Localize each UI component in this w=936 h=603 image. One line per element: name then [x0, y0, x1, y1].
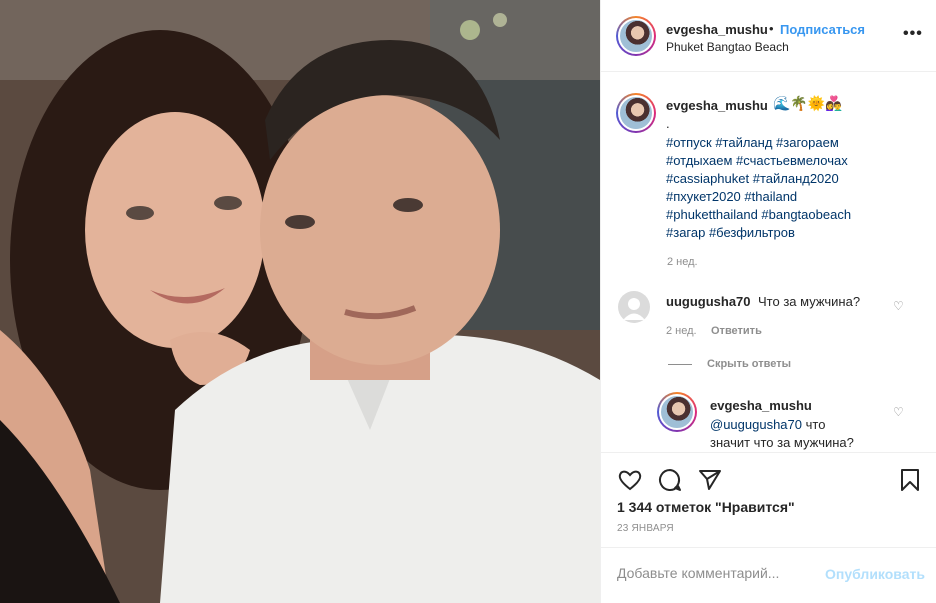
- location-link[interactable]: Phuket Bangtao Beach: [666, 40, 789, 54]
- comment-time[interactable]: 2 нед.: [666, 325, 697, 337]
- heart-icon[interactable]: [617, 467, 643, 493]
- comment-like-icon[interactable]: ♡: [893, 299, 904, 313]
- hashtag-line[interactable]: #cassiaphuket #тайланд2020: [666, 170, 926, 188]
- share-icon[interactable]: [697, 467, 723, 493]
- caption-emojis: 🌊🌴🌞👩‍❤️‍👨: [773, 95, 843, 111]
- default-avatar-icon: [623, 298, 645, 320]
- likes-count[interactable]: 1 344 отметок "Нравится": [617, 499, 795, 515]
- comment-text: Что за мужчина?: [758, 294, 861, 309]
- post-panel: evgesha_mushu • Подписаться Phuket Bangt…: [600, 0, 936, 603]
- hashtag-line[interactable]: #отдыхаем #счастьевмелочах: [666, 152, 926, 170]
- author-avatar[interactable]: [616, 16, 656, 56]
- publish-button[interactable]: Опубликовать: [825, 566, 925, 582]
- caption-dot: .: [666, 116, 670, 131]
- reply-like-icon[interactable]: ♡: [893, 405, 904, 419]
- caption-hashtags: #отпуск #тайланд #загораем #отдыхаем #сч…: [666, 134, 926, 242]
- follow-button[interactable]: Подписаться: [780, 22, 865, 37]
- comment-form: Опубликовать: [601, 547, 936, 603]
- bookmark-icon[interactable]: [897, 467, 923, 493]
- more-options-icon[interactable]: •••: [903, 25, 923, 43]
- follow-separator: •: [769, 21, 774, 36]
- reply-username[interactable]: evgesha_mushu: [710, 398, 812, 413]
- comment-icon[interactable]: [657, 467, 683, 493]
- reply-text-line2: значит что за мужчина?: [710, 435, 854, 450]
- reply-avatar[interactable]: [657, 392, 697, 432]
- reply-mention[interactable]: @uugugusha70: [710, 417, 802, 432]
- caption-time[interactable]: 2 нед.: [667, 256, 698, 268]
- hide-replies-button[interactable]: Скрыть ответы: [707, 358, 791, 370]
- hide-replies-divider: [668, 364, 692, 365]
- hashtag-line[interactable]: #загар #безфильтров: [666, 224, 926, 242]
- reply-button[interactable]: Ответить: [711, 325, 762, 337]
- commenter-avatar[interactable]: [618, 291, 650, 323]
- commenter-username[interactable]: uugugusha70: [666, 294, 751, 309]
- post-photo[interactable]: [0, 0, 600, 603]
- post-actions: 1 344 отметок "Нравится" 23 ЯНВАРЯ Опубл…: [601, 452, 936, 603]
- hashtag-line[interactable]: #phuketthailand #bangtaobeach: [666, 206, 926, 224]
- comment-input[interactable]: [617, 565, 817, 581]
- post-header: evgesha_mushu • Подписаться Phuket Bangt…: [601, 0, 936, 72]
- hashtag-line[interactable]: #отпуск #тайланд #загораем: [666, 134, 926, 152]
- caption-avatar[interactable]: [616, 93, 656, 133]
- reply-text: @uugugusha70 что значит что за мужчина?: [710, 416, 890, 452]
- post-date[interactable]: 23 ЯНВАРЯ: [617, 523, 674, 534]
- photo-illustration: [0, 0, 600, 603]
- hashtag-line[interactable]: #пхукет2020 #thailand: [666, 188, 926, 206]
- reply-text-line1: что: [802, 417, 826, 432]
- author-username[interactable]: evgesha_mushu: [666, 22, 768, 37]
- caption-username[interactable]: evgesha_mushu: [666, 98, 768, 113]
